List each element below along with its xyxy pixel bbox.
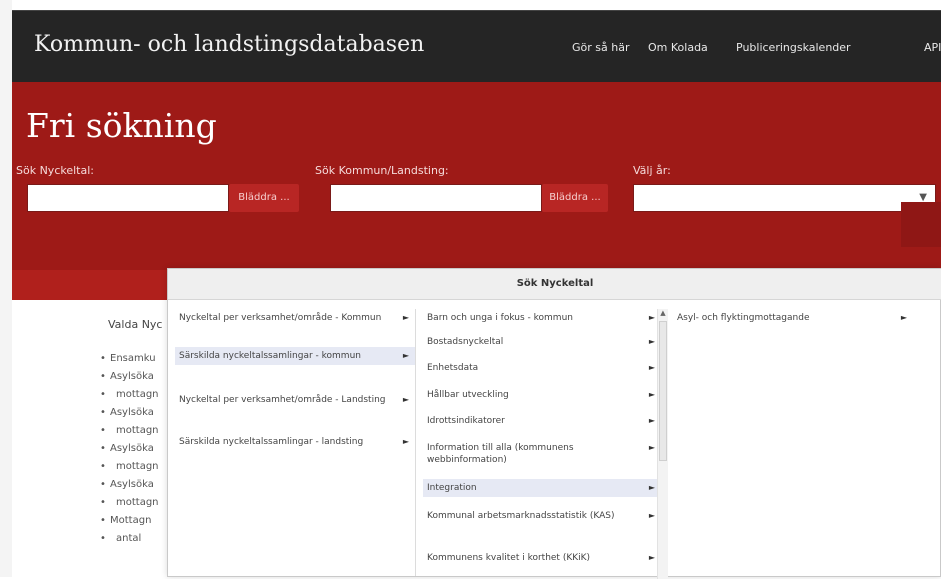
list-item: Asylsöka [100, 476, 168, 494]
triangle-right-icon: ► [648, 390, 655, 399]
valda-nyckeltal-list: Ensamku Asylsöka mottagn Asylsöka mottag… [100, 350, 168, 548]
menu-item-label: Information till alla (kommunens webbinf… [427, 443, 574, 465]
list-item-continuation: antal [100, 530, 168, 548]
kommun-search-input[interactable] [330, 184, 542, 212]
menu-item-kas[interactable]: Kommunal arbetsmarknadsstatistik (KAS) ► [423, 507, 661, 525]
scroll-thumb[interactable] [659, 321, 667, 461]
nav-link-om-kolada[interactable]: Om Kolada [648, 41, 708, 54]
menu-item-hallbar-utveckling[interactable]: Hållbar utveckling ► [423, 386, 661, 404]
area-column: Asyl- och flyktingmottagande ► [673, 309, 913, 576]
triangle-right-icon: ► [402, 395, 409, 404]
sok-nyckeltal-popup: Sök Nyckeltal Nyckeltal per verksamhet/o… [167, 268, 941, 579]
kommun-browse-button[interactable]: Bläddra ... [542, 184, 608, 212]
triangle-right-icon: ► [648, 363, 655, 372]
menu-item-information-till-alla[interactable]: Information till alla (kommunens webbinf… [423, 439, 661, 469]
menu-item-enhetsdata[interactable]: Enhetsdata ► [423, 359, 661, 377]
nav-link-gor-sa-har[interactable]: Gör så här [572, 41, 629, 54]
menu-item-label: Hållbar utveckling [427, 390, 509, 400]
menu-item-asyl-flyktingmottagande[interactable]: Asyl- och flyktingmottagande ► [673, 309, 913, 327]
search-hero: Fri sökning Sök Nyckeltal: Bläddra ... S… [12, 82, 941, 287]
triangle-right-icon: ► [402, 313, 409, 322]
menu-item-label: Asyl- och flyktingmottagande [677, 313, 810, 323]
nyckeltal-search-input[interactable] [27, 184, 229, 212]
triangle-right-icon: ► [648, 313, 655, 322]
menu-item-label: Nyckeltal per verksamhet/område - Landst… [179, 395, 386, 405]
list-item: Ensamku [100, 350, 168, 368]
triangle-right-icon: ► [900, 313, 907, 322]
scroll-up-icon[interactable]: ▲ [658, 309, 668, 317]
top-navbar: Kommun- och landstingsdatabasen Gör så h… [12, 10, 941, 83]
collection-scrollbar[interactable]: ▲ [657, 309, 668, 579]
list-item: Asylsöka [100, 368, 168, 386]
menu-item-label: Idrottsindikatorer [427, 416, 505, 426]
kommun-search-label: Sök Kommun/Landsting: [315, 164, 449, 177]
list-item-continuation: mottagn [100, 422, 168, 440]
valda-nyckeltal-heading: Valda Nyc [108, 318, 163, 331]
list-item: Mottagn [100, 512, 168, 530]
menu-item-label: Nyckeltal per verksamhet/område - Kommun [179, 313, 382, 323]
list-item-continuation: mottagn [100, 494, 168, 512]
triangle-right-icon: ► [402, 437, 409, 446]
menu-item-sarskilda-landsting[interactable]: Särskilda nyckeltalssamlingar - landstin… [175, 433, 415, 451]
triangle-right-icon: ► [648, 553, 655, 562]
popup-title: Sök Nyckeltal [168, 269, 941, 300]
category-column: Nyckeltal per verksamhet/område - Kommun… [175, 309, 416, 576]
site-title[interactable]: Kommun- och landstingsdatabasen [34, 32, 424, 57]
menu-item-label: Enhetsdata [427, 363, 479, 373]
menu-item-barn-och-unga[interactable]: Barn och unga i fokus - kommun ► [423, 309, 661, 327]
triangle-right-icon: ► [648, 416, 655, 425]
nav-link-publiceringskalender[interactable]: Publiceringskalender [736, 41, 851, 54]
nyckeltal-browse-button[interactable]: Bläddra ... [229, 184, 299, 212]
menu-item-nyckeltal-kommun[interactable]: Nyckeltal per verksamhet/område - Kommun… [175, 309, 415, 327]
triangle-right-icon: ► [402, 351, 409, 360]
list-item: Asylsöka [100, 404, 168, 422]
menu-item-kkik[interactable]: Kommunens kvalitet i korthet (KKiK) ► [423, 549, 661, 567]
triangle-right-icon: ► [648, 337, 655, 346]
menu-item-label: Barn och unga i fokus - kommun [427, 313, 573, 323]
menu-item-label: Särskilda nyckeltalssamlingar - landstin… [179, 437, 364, 447]
nav-link-api[interactable]: API [924, 41, 941, 54]
year-select-label: Välj år: [633, 164, 671, 177]
triangle-right-icon: ► [648, 443, 655, 452]
list-item-continuation: mottagn [100, 458, 168, 476]
menu-item-integration[interactable]: Integration ► [423, 479, 661, 497]
year-select[interactable]: ▼ [633, 184, 936, 212]
triangle-right-icon: ► [648, 511, 655, 520]
page-edge [0, 0, 12, 577]
menu-item-bostadsnyckeltal[interactable]: Bostadsnyckeltal ► [423, 333, 661, 351]
menu-item-sarskilda-kommun[interactable]: Särskilda nyckeltalssamlingar - kommun ► [175, 347, 415, 365]
hero-decoration [901, 202, 941, 247]
menu-item-nyckeltal-landsting[interactable]: Nyckeltal per verksamhet/område - Landst… [175, 391, 415, 409]
menu-item-label: Bostadsnyckeltal [427, 337, 504, 347]
page-title: Fri sökning [26, 106, 217, 145]
menu-item-label: Integration [427, 483, 477, 493]
nyckeltal-search-label: Sök Nyckeltal: [16, 164, 94, 177]
list-item-continuation: mottagn [100, 386, 168, 404]
menu-item-label: Kommunal arbetsmarknadsstatistik (KAS) [427, 511, 615, 521]
menu-item-label: Särskilda nyckeltalssamlingar - kommun [179, 351, 361, 361]
list-item: Asylsöka [100, 440, 168, 458]
triangle-right-icon: ► [648, 483, 655, 492]
menu-item-label: Kommunens kvalitet i korthet (KKiK) [427, 553, 591, 563]
collection-column: Barn och unga i fokus - kommun ► Bostads… [423, 309, 661, 576]
menu-item-idrottsindikatorer[interactable]: Idrottsindikatorer ► [423, 412, 661, 430]
